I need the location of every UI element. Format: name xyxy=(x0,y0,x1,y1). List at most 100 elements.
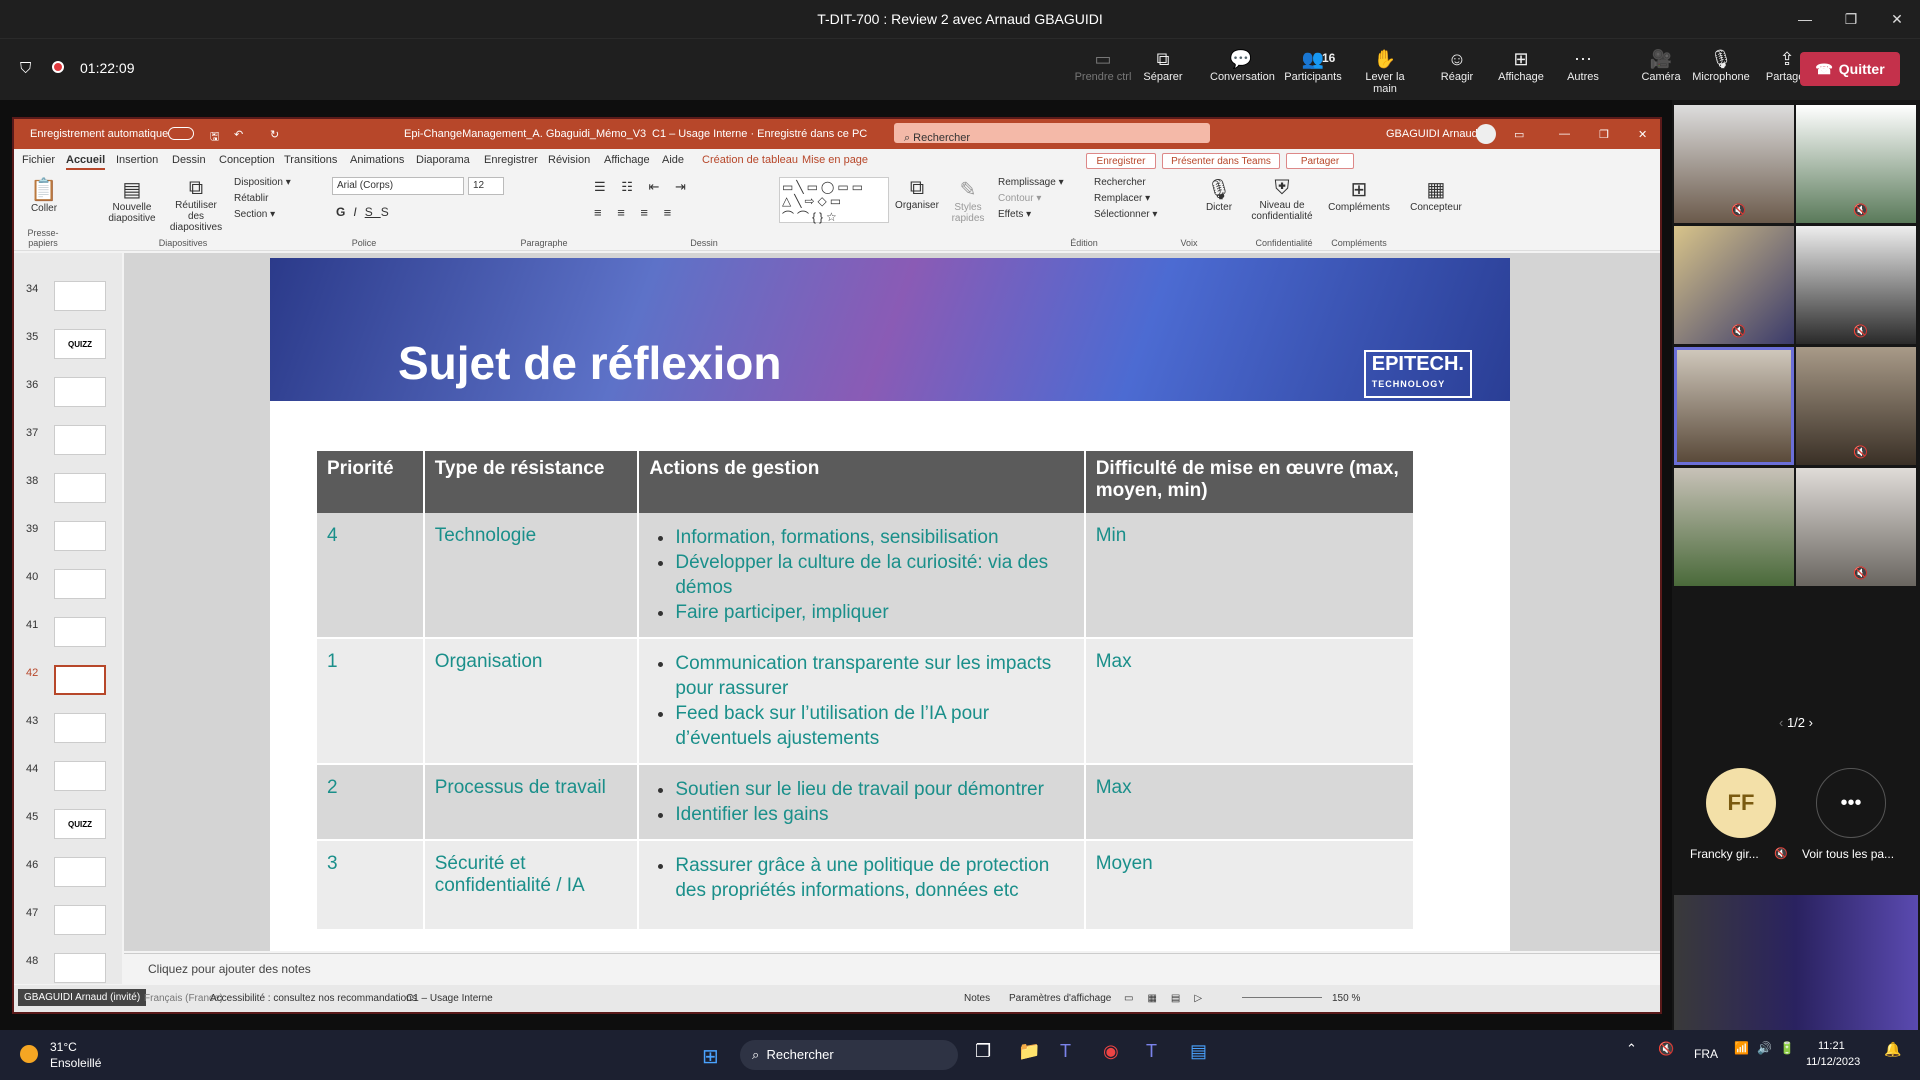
slide-thumbnail[interactable]: 40 xyxy=(24,569,114,609)
slide-thumbnail[interactable]: 36 xyxy=(24,377,114,417)
hand-button[interactable]: ✋ Lever la main xyxy=(1354,47,1416,95)
slide-thumbnail[interactable]: 45 QUIZZ xyxy=(24,809,114,849)
tab-8[interactable]: Enregistrer xyxy=(484,154,538,166)
find-button[interactable]: Rechercher xyxy=(1094,177,1146,188)
display-settings[interactable]: Paramètres d'affichage xyxy=(1009,993,1111,1004)
user-avatar[interactable] xyxy=(1476,124,1496,144)
see-all-participants[interactable]: Voir tous les pa... xyxy=(1802,847,1894,861)
video-tile[interactable]: 🔇 xyxy=(1674,105,1794,223)
effects-button[interactable]: Effets ▾ xyxy=(998,209,1031,220)
tab-5[interactable]: Transitions xyxy=(284,154,337,166)
notes-toggle[interactable]: Notes xyxy=(964,993,990,1004)
tab-4[interactable]: Conception xyxy=(219,154,275,166)
font-family-select[interactable]: Arial (Corps) xyxy=(332,177,464,195)
control-button[interactable]: ▭ Prendre ctrl xyxy=(1072,47,1134,83)
clock-date[interactable]: 11/12/2023 xyxy=(1806,1056,1860,1068)
task-view-icon[interactable]: ❐ xyxy=(975,1041,991,1062)
actions-cell[interactable]: Communication transparente sur les impac… xyxy=(638,638,1086,765)
priority-cell[interactable]: 2 xyxy=(317,764,425,841)
tab-11[interactable]: Aide xyxy=(662,154,684,166)
leave-button[interactable]: ☎ Quitter xyxy=(1800,52,1900,86)
reset-button[interactable]: Rétablir xyxy=(234,193,268,204)
tab-12[interactable]: Création de tableau xyxy=(702,154,798,166)
difficulty-cell[interactable]: Max xyxy=(1084,638,1416,765)
people-button[interactable]: 👥 16 Participants xyxy=(1282,47,1344,83)
outline-button[interactable]: Contour ▾ xyxy=(998,193,1041,204)
temperature[interactable]: 31°C xyxy=(50,1040,77,1054)
actions-cell[interactable]: Information, formations, sensibilisation… xyxy=(638,513,1086,639)
file-explorer-icon[interactable]: 📁 xyxy=(1018,1041,1040,1062)
tab-0[interactable]: Fichier xyxy=(22,154,55,166)
minimize-icon[interactable]: — xyxy=(1559,128,1570,140)
slide-thumbnail[interactable]: 38 xyxy=(24,473,114,513)
action-button-2[interactable]: Partager xyxy=(1286,153,1354,169)
difficulty-cell[interactable]: Moyen xyxy=(1084,840,1416,931)
slide-thumbnail[interactable]: 39 xyxy=(24,521,114,561)
clock-time[interactable]: 11:21 xyxy=(1818,1040,1845,1052)
notification-bell-icon[interactable]: 🔔 xyxy=(1884,1041,1901,1058)
font-style-buttons[interactable]: GISS xyxy=(336,205,397,219)
type-cell[interactable]: Processus de travail xyxy=(423,764,640,841)
list-buttons[interactable]: ☰ ☷ ⇤ ⇥ xyxy=(594,179,692,195)
more-icon[interactable]: ••• xyxy=(1816,768,1886,838)
mic-off-button[interactable]: 🎙 Microphone xyxy=(1690,47,1752,83)
sensitivity-label[interactable]: C1 – Usage Interne · Enregistré dans ce … xyxy=(652,128,867,140)
font-size-select[interactable]: 12 xyxy=(468,177,504,195)
restore-icon[interactable]: ❐ xyxy=(1599,128,1609,141)
redo-icon[interactable]: ↻ xyxy=(270,128,279,141)
tab-1[interactable]: Accueil xyxy=(66,154,106,170)
slide-thumbnail[interactable]: 44 xyxy=(24,761,114,801)
slide-thumbnail[interactable]: 35 QUIZZ xyxy=(24,329,114,369)
notepad-icon[interactable]: ▤ xyxy=(1190,1041,1207,1062)
tab-9[interactable]: Révision xyxy=(548,154,590,166)
video-tile[interactable]: 🔇 xyxy=(1796,105,1916,223)
save-icon[interactable]: 🖫 xyxy=(210,128,219,147)
tab-2[interactable]: Insertion xyxy=(116,154,158,166)
zoom-level[interactable]: 150 % xyxy=(1332,993,1360,1004)
action-button-0[interactable]: Enregistrer xyxy=(1086,153,1156,169)
chat-button[interactable]: 💬 Conversation xyxy=(1210,47,1275,83)
tray-icons[interactable]: 📶🔊🔋 xyxy=(1734,1041,1803,1055)
chevron-right-icon[interactable]: › xyxy=(1809,715,1813,730)
select-button[interactable]: Sélectionner ▾ xyxy=(1094,209,1157,220)
slide-thumbnail[interactable]: 41 xyxy=(24,617,114,657)
slide-title[interactable]: Sujet de réflexion xyxy=(398,336,781,390)
avatar[interactable]: FF xyxy=(1706,768,1776,838)
addins-button[interactable]: ⊞ Compléments xyxy=(1324,177,1394,213)
slide-thumbnail[interactable]: 47 xyxy=(24,905,114,945)
priority-cell[interactable]: 3 xyxy=(317,840,425,931)
undo-icon[interactable]: ↶ xyxy=(234,128,243,141)
chrome-icon[interactable]: ◉ xyxy=(1103,1041,1119,1062)
split-button[interactable]: ⧉ Séparer xyxy=(1132,47,1194,83)
action-button-1[interactable]: Présenter dans Teams xyxy=(1162,153,1280,169)
language-indicator[interactable]: FRA xyxy=(1694,1047,1718,1061)
layout-button[interactable]: Disposition ▾ xyxy=(234,177,291,188)
dictate-button[interactable]: 🎙 Dicter xyxy=(1199,177,1239,213)
difficulty-cell[interactable]: Min xyxy=(1084,513,1416,639)
restore-icon[interactable]: ❐ xyxy=(1828,0,1874,38)
view-buttons[interactable]: ▭▦▤▷ xyxy=(1124,993,1216,1004)
slide[interactable]: Sujet de réflexion EPITECH. TECHNOLOGY Pr… xyxy=(270,258,1510,951)
align-buttons[interactable]: ≡ ≡ ≡ ≡ xyxy=(594,205,677,220)
section-button[interactable]: Section ▾ xyxy=(234,209,275,220)
tab-6[interactable]: Animations xyxy=(350,154,404,166)
shapes-gallery[interactable]: ▭╲▭◯▭▭ △╲⇨◇▭ ⌒⌒{}☆ xyxy=(779,177,889,224)
tab-10[interactable]: Affichage xyxy=(604,154,650,166)
weather[interactable]: Ensoleillé xyxy=(50,1056,101,1070)
more-button[interactable]: ⋯ Autres xyxy=(1552,47,1614,83)
type-cell[interactable]: Organisation xyxy=(423,638,640,765)
close-icon[interactable]: ✕ xyxy=(1874,0,1920,38)
designer-button[interactable]: ▦ Concepteur xyxy=(1406,177,1466,213)
type-cell[interactable]: Sécurité et confidentialité / IA xyxy=(423,840,640,931)
priority-cell[interactable]: 1 xyxy=(317,638,425,765)
windows-start-icon[interactable]: ⊞ xyxy=(702,1044,719,1069)
slide-thumbnail[interactable]: 42 xyxy=(24,665,114,705)
new-slide-button[interactable]: ▤ Nouvelle diapositive xyxy=(104,177,160,224)
minimize-icon[interactable]: — xyxy=(1782,0,1828,38)
video-tile[interactable] xyxy=(1674,468,1794,586)
teams-classic-icon[interactable]: T xyxy=(1146,1041,1157,1062)
actions-cell[interactable]: Rassurer grâce à une politique de protec… xyxy=(638,840,1086,931)
slide-thumbnails[interactable]: 34 35 QUIZZ 36 37 38 39 40 41 42 43 44 45 QUIZZ 46 47 48 xyxy=(14,253,122,984)
mic-off-icon[interactable]: 🔇 xyxy=(1658,1041,1674,1057)
self-video-tile[interactable] xyxy=(1674,895,1918,1030)
